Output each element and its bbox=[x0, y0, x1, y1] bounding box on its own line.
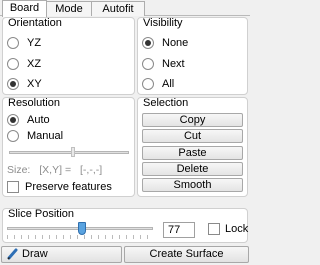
orientation-label-xy: XY bbox=[27, 78, 42, 90]
smooth-button[interactable]: Smooth bbox=[142, 178, 243, 192]
orientation-label-yz: YZ bbox=[27, 37, 42, 49]
radio-yz[interactable] bbox=[7, 37, 19, 49]
copy-button[interactable]: Copy bbox=[142, 113, 243, 127]
size-row: Size: [X,Y] = [-,-,-] bbox=[7, 164, 102, 176]
slice-slider[interactable] bbox=[7, 222, 155, 240]
visibility-panel: Visibility None Next All bbox=[137, 17, 248, 95]
resolution-option-auto[interactable]: Auto bbox=[7, 113, 50, 127]
visibility-option-none[interactable]: None bbox=[142, 36, 188, 50]
visibility-title: Visibility bbox=[143, 17, 183, 29]
radio-xy[interactable] bbox=[7, 78, 19, 90]
visibility-option-next[interactable]: Next bbox=[142, 57, 185, 71]
lock-option[interactable]: Lock bbox=[208, 223, 248, 235]
slice-slider-thumb[interactable] bbox=[78, 222, 86, 235]
lock-label: Lock bbox=[225, 223, 249, 235]
slice-slider-ticks bbox=[7, 235, 153, 239]
resolution-title: Resolution bbox=[8, 97, 60, 109]
resolution-slider[interactable] bbox=[9, 147, 129, 159]
radio-auto[interactable] bbox=[7, 114, 19, 126]
resolution-option-manual[interactable]: Manual bbox=[7, 129, 63, 143]
slice-value-field[interactable]: 77 bbox=[163, 222, 195, 238]
radio-next[interactable] bbox=[142, 58, 154, 70]
orientation-option-xy[interactable]: XY bbox=[7, 77, 42, 91]
tab-bar: Board Mode Autofit bbox=[0, 0, 250, 17]
paste-button[interactable]: Paste bbox=[142, 146, 243, 160]
slice-position-panel: Slice Position 77 Lock bbox=[2, 208, 248, 243]
visibility-label-all: All bbox=[162, 78, 175, 90]
preserve-features-option[interactable]: Preserve features bbox=[7, 181, 112, 193]
radio-xz[interactable] bbox=[7, 58, 19, 70]
preserve-features-checkbox[interactable] bbox=[7, 181, 19, 193]
lock-checkbox[interactable] bbox=[208, 223, 220, 235]
resolution-panel: Resolution Auto Manual Size: [X,Y] = [-,… bbox=[2, 97, 135, 197]
orientation-option-yz[interactable]: YZ bbox=[7, 36, 41, 50]
resolution-label-auto: Auto bbox=[27, 114, 50, 126]
visibility-option-all[interactable]: All bbox=[142, 77, 174, 91]
tab-board[interactable]: Board bbox=[2, 0, 47, 17]
visibility-label-none: None bbox=[162, 37, 189, 49]
size-coords: [X,Y] = bbox=[39, 164, 72, 176]
create-surface-label: Create Surface bbox=[149, 248, 224, 260]
radio-all[interactable] bbox=[142, 78, 154, 90]
resolution-slider-thumb[interactable] bbox=[71, 147, 75, 157]
radio-manual[interactable] bbox=[7, 130, 19, 142]
tab-autofit[interactable]: Autofit bbox=[91, 1, 145, 16]
size-value: [-,-,-] bbox=[80, 164, 103, 176]
size-label: Size: bbox=[7, 164, 31, 176]
radio-none[interactable] bbox=[142, 37, 154, 49]
selection-title: Selection bbox=[143, 97, 189, 109]
tab-mode[interactable]: Mode bbox=[46, 1, 92, 16]
visibility-label-next: Next bbox=[162, 58, 185, 70]
resolution-label-manual: Manual bbox=[27, 130, 64, 142]
slice-position-title: Slice Position bbox=[8, 208, 75, 220]
orientation-option-xz[interactable]: XZ bbox=[7, 57, 41, 71]
resolution-slider-track bbox=[9, 151, 129, 154]
pencil-icon bbox=[7, 248, 19, 260]
cut-button[interactable]: Cut bbox=[142, 129, 243, 143]
orientation-label-xz: XZ bbox=[27, 58, 42, 70]
selection-panel: Selection Copy Cut Paste Delete Smooth bbox=[137, 97, 248, 197]
delete-button[interactable]: Delete bbox=[142, 162, 243, 176]
orientation-panel: Orientation YZ XZ XY bbox=[2, 17, 135, 95]
orientation-title: Orientation bbox=[8, 17, 62, 29]
draw-button[interactable]: Draw bbox=[1, 246, 122, 263]
create-surface-button[interactable]: Create Surface bbox=[124, 246, 249, 263]
preserve-features-label: Preserve features bbox=[25, 181, 112, 193]
draw-label: Draw bbox=[22, 248, 48, 260]
